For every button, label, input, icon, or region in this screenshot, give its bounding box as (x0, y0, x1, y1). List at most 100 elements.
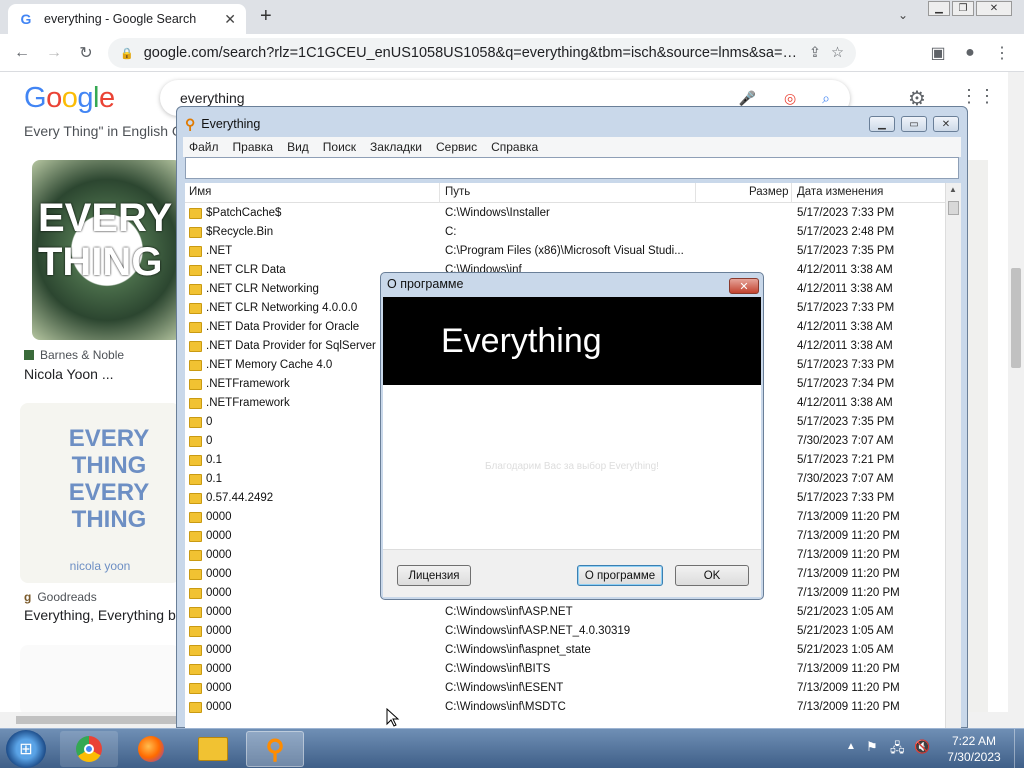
menu-bookmarks[interactable]: Закладки (370, 140, 422, 154)
result-title[interactable]: Nicola Yoon ... (24, 366, 114, 382)
kebab-menu-icon[interactable]: ⋮ (990, 41, 1014, 65)
scrollbar-thumb[interactable] (948, 201, 959, 215)
item-date: 5/17/2023 7:34 PM (797, 378, 895, 390)
minimize-icon[interactable]: ▁ (869, 116, 895, 132)
column-name[interactable]: Имя (189, 186, 211, 198)
close-tab-icon[interactable]: ✕ (224, 11, 236, 28)
forward-arrow-icon[interactable]: → (42, 41, 66, 65)
menu-search[interactable]: Поиск (323, 140, 356, 154)
item-path: C:\Windows\inf\ESENT (445, 682, 564, 694)
item-date: 7/13/2009 11:20 PM (797, 682, 900, 694)
item-path: C:\Windows\inf\aspnet_state (445, 644, 591, 656)
tab-search-icon[interactable]: ⌄ (898, 8, 908, 22)
menu-bar: Файл Правка Вид Поиск Закладки Сервис Сп… (183, 137, 961, 157)
reload-icon[interactable]: ↻ (74, 41, 98, 65)
taskbar-firefox[interactable] (122, 731, 180, 767)
folder-icon (189, 588, 202, 599)
mouse-cursor-icon (386, 708, 400, 727)
share-icon[interactable]: ⇪ (809, 45, 821, 61)
book-cover-image[interactable]: EVERY THING (32, 160, 182, 340)
back-arrow-icon[interactable]: ← (10, 41, 34, 65)
list-item[interactable]: $PatchCache$ C:\Windows\Installer 5/17/202… (185, 205, 945, 224)
volume-muted-icon[interactable]: 🔇 (914, 739, 930, 755)
taskbar-chrome[interactable] (60, 731, 118, 767)
minimize-icon[interactable]: ▁ (928, 1, 950, 16)
menu-file[interactable]: Файл (189, 140, 219, 154)
taskbar-explorer[interactable] (184, 731, 242, 767)
book-cover-image[interactable]: EVERY THING EVERY THING nicola yoon (20, 403, 180, 583)
item-path: C:\Windows\inf\ASP.NET_4.0.30319 (445, 625, 631, 637)
result-source[interactable]: g Goodreads (24, 590, 97, 604)
list-item[interactable]: 0000 C:\Windows\inf\ASP.NET_4.0.30319 5/21… (185, 623, 945, 642)
voice-search-icon[interactable]: 🎤 (739, 90, 756, 107)
show-hidden-icons[interactable]: ▲ (846, 741, 856, 752)
close-window-icon[interactable]: ✕ (976, 1, 1012, 16)
item-date: 4/12/2011 3:38 AM (797, 397, 893, 409)
item-date: 5/17/2023 7:33 PM (797, 359, 895, 371)
ok-button[interactable]: OK (675, 565, 749, 586)
system-clock[interactable]: 7:22 AM 7/30/2023 (936, 733, 1012, 765)
folder-icon (189, 208, 202, 219)
profile-avatar-icon[interactable]: ● (958, 41, 982, 65)
book-cover-image[interactable] (20, 645, 180, 715)
menu-tools[interactable]: Сервис (436, 140, 477, 154)
list-item[interactable]: 0000 C:\Windows\inf\aspnet_state 5/21/2023… (185, 642, 945, 661)
action-center-icon[interactable]: ⚑ (866, 739, 878, 755)
item-path: C:\Windows\inf\BITS (445, 663, 551, 675)
scroll-up-icon[interactable]: ▲ (949, 185, 957, 194)
menu-help[interactable]: Справка (491, 140, 538, 154)
list-item[interactable]: $Recycle.Bin C: 5/17/2023 2:48 PM (185, 224, 945, 243)
new-tab-button[interactable]: + (260, 5, 272, 28)
search-input[interactable] (185, 157, 959, 179)
network-icon[interactable]: 🖧 (890, 739, 905, 761)
list-item[interactable]: .NET C:\Program Files (x86)\Microsoft Vis… (185, 243, 945, 262)
everything-titlebar[interactable]: ⚲ Everything ▁ ▭ ✕ (177, 107, 967, 141)
list-item[interactable]: 0000 C:\Windows\inf\ESENT 7/13/2009 11:20 … (185, 680, 945, 699)
folder-icon (189, 607, 202, 618)
close-icon[interactable]: ✕ (933, 116, 959, 132)
column-date-modified[interactable]: Дата изменения (797, 186, 883, 198)
folder-icon (189, 531, 202, 542)
list-vertical-scrollbar[interactable]: ▲ (945, 183, 961, 729)
item-date: 7/13/2009 11:20 PM (797, 511, 900, 523)
list-item[interactable]: 0000 C:\Windows\inf\MSDTC 7/13/2009 11:20 … (185, 699, 945, 718)
google-favicon-icon: G (20, 11, 32, 27)
side-panel-icon[interactable]: ▣ (926, 41, 950, 65)
folder-icon (189, 360, 202, 371)
tab-strip: G everything - Google Search ✕ + ⌄ ▁ ❐ ✕ (0, 0, 1024, 34)
item-name: 0000 (206, 663, 232, 675)
browser-tab[interactable]: G everything - Google Search ✕ (8, 4, 246, 34)
column-size[interactable]: Размер (749, 186, 789, 198)
bookmark-star-icon[interactable]: ☆ (831, 45, 844, 61)
list-item[interactable]: 0000 C:\Windows\inf\ASP.NET 5/21/2023 1:05… (185, 604, 945, 623)
search-query[interactable]: everything (180, 90, 739, 106)
about-button[interactable]: О программе (577, 565, 663, 586)
folder-icon (189, 398, 202, 409)
column-path[interactable]: Путь (445, 186, 470, 198)
thanks-text: Благодарим Вас за выбор Everything! (485, 461, 659, 472)
result-title[interactable]: Everything, Everything b (24, 607, 176, 623)
close-icon[interactable]: ✕ (729, 278, 759, 294)
page-vertical-scrollbar[interactable] (1008, 72, 1024, 728)
omnibox[interactable]: 🔒 google.com/search?rlz=1C1GCEU_enUS1058… (108, 38, 856, 68)
taskbar-everything[interactable]: ⚲ (246, 731, 304, 767)
folder-icon (189, 322, 202, 333)
result-source[interactable]: Barnes & Noble (24, 348, 124, 362)
menu-edit[interactable]: Правка (233, 140, 274, 154)
start-button-icon[interactable]: ⊞ (6, 730, 46, 768)
item-date: 7/13/2009 11:20 PM (797, 663, 900, 675)
lens-icon[interactable]: ◎ (784, 90, 796, 107)
license-button[interactable]: Лицензия (397, 565, 471, 586)
maximize-icon[interactable]: ▭ (901, 116, 927, 132)
apps-grid-icon[interactable]: ⋮⋮ (960, 86, 996, 107)
show-desktop-button[interactable] (1014, 729, 1024, 768)
lock-icon: 🔒 (120, 47, 134, 60)
menu-view[interactable]: Вид (287, 140, 309, 154)
search-icon[interactable]: ⌕ (822, 90, 830, 107)
scrollbar-thumb[interactable] (1011, 268, 1021, 368)
about-banner: Everything (383, 297, 761, 385)
restore-icon[interactable]: ❐ (952, 1, 974, 16)
folder-icon (189, 303, 202, 314)
google-logo[interactable]: Google (24, 82, 115, 115)
list-item[interactable]: 0000 C:\Windows\inf\BITS 7/13/2009 11:20 P… (185, 661, 945, 680)
